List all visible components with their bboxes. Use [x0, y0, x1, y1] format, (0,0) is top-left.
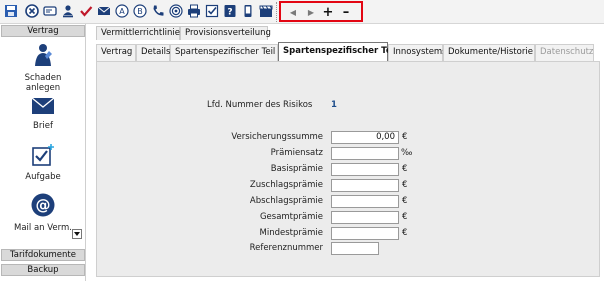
sidebar-item-label: Aufgabe	[25, 172, 61, 182]
at-sign-icon: @	[0, 192, 86, 221]
sidebar-item-brief[interactable]: Brief	[0, 96, 86, 131]
basispraemie-label: Basisprämie	[270, 164, 323, 174]
sidebar-item-schaden-anlegen[interactable]: Schaden anlegen	[0, 42, 86, 93]
record-navigation: ◀ ▶ + –	[279, 1, 363, 22]
zuschlagspraemie-label: Zuschlagsprämie	[249, 180, 323, 190]
user-stamp-icon[interactable]	[61, 4, 75, 18]
message-icon[interactable]	[43, 4, 57, 18]
risk-number-value: 1	[331, 100, 337, 110]
next-record-icon[interactable]: ▶	[305, 6, 317, 18]
gesamtpraemie-input[interactable]	[331, 211, 399, 224]
mindestpraemie-input[interactable]	[331, 227, 399, 240]
phone-icon[interactable]	[151, 4, 165, 18]
clapper-icon[interactable]	[259, 4, 273, 18]
gesamtpraemie-label: Gesamtprämie	[259, 212, 323, 222]
svg-text:A: A	[119, 7, 125, 16]
tab-datenschutz: Datenschutz	[535, 44, 594, 61]
sidebar-scroll-down-button[interactable]	[72, 229, 82, 239]
mail-icon[interactable]	[97, 4, 111, 18]
currency-unit: €	[402, 228, 408, 238]
checklist-icon[interactable]	[205, 4, 219, 18]
permille-unit: ‰	[401, 148, 413, 158]
tab-vertrag[interactable]: Vertrag	[96, 44, 136, 61]
sidebar-item-aufgabe[interactable]: Aufgabe	[0, 143, 86, 182]
currency-unit: €	[402, 196, 408, 206]
currency-unit: €	[402, 132, 408, 142]
versicherungssumme-input[interactable]: 0,00	[331, 131, 399, 144]
tab-details[interactable]: Details	[136, 44, 170, 61]
tab-provisionsverteilung[interactable]: Provisionsverteilung	[180, 26, 271, 40]
tab-vermittlerrichtlinie[interactable]: Vermittlerrichtlinie	[96, 26, 180, 40]
cancel-icon[interactable]	[25, 4, 39, 18]
target-icon[interactable]	[169, 4, 183, 18]
sidebar-item-label: Mail an Verm.	[14, 223, 72, 233]
sidebar-button-backup[interactable]: Backup	[1, 264, 85, 276]
chevron-down-icon	[74, 232, 80, 236]
referenznummer-label: Referenznummer	[249, 243, 323, 253]
main-toolbar: A B ? ◀ ▶ + –	[0, 0, 604, 24]
letter-a-icon[interactable]: A	[115, 4, 129, 18]
sidebar: Vertrag Schaden anlegen Brief Aufgabe @ …	[0, 24, 86, 281]
previous-record-icon[interactable]: ◀	[287, 6, 299, 18]
svg-text:?: ?	[227, 8, 232, 18]
currency-unit: €	[402, 180, 408, 190]
damage-report-icon	[0, 42, 86, 71]
help-icon[interactable]: ?	[223, 4, 237, 18]
tab-spartenspezifischer-teil-2[interactable]: Spartenspezifischer Teil II	[278, 42, 407, 62]
sidebar-item-label: Brief	[33, 121, 53, 131]
printer-icon[interactable]	[187, 4, 201, 18]
praemiensatz-label: Prämiensatz	[270, 148, 323, 158]
add-record-icon[interactable]: +	[322, 5, 334, 20]
checkmark-icon[interactable]	[79, 4, 93, 18]
basispraemie-input[interactable]	[331, 163, 399, 176]
praemiensatz-input[interactable]	[331, 147, 399, 160]
currency-unit: €	[402, 164, 408, 174]
sidebar-button-tarifdokumente[interactable]: Tarifdokumente	[1, 249, 85, 261]
abschlagspraemie-input[interactable]	[331, 195, 399, 208]
tab-dokumente-historie[interactable]: Dokumente/Historie	[443, 44, 535, 61]
svg-text:@: @	[36, 196, 51, 214]
abschlagspraemie-label: Abschlagsprämie	[249, 196, 323, 206]
tab-innosystems[interactable]: Innosystems	[388, 44, 447, 61]
versicherungssumme-label: Versicherungssumme	[231, 132, 323, 142]
sidebar-item-label: Schaden anlegen	[24, 73, 62, 93]
letter-b-icon[interactable]: B	[133, 4, 147, 18]
toolbar-separator	[276, 2, 278, 22]
tab-spartenspezifischer-teil-1[interactable]: Spartenspezifischer Teil I	[170, 44, 281, 61]
risk-number-label: Lfd. Nummer des Risikos	[207, 100, 313, 110]
sidebar-header-vertrag[interactable]: Vertrag	[1, 25, 85, 37]
mobile-icon[interactable]	[241, 4, 255, 18]
mindestpraemie-label: Mindestprämie	[259, 228, 323, 238]
envelope-icon	[0, 96, 86, 119]
remove-record-icon[interactable]: –	[340, 5, 352, 20]
sidebar-item-mail-an-verm[interactable]: @ Mail an Verm.	[0, 192, 86, 233]
task-checkbox-icon	[0, 143, 86, 170]
svg-text:B: B	[137, 7, 143, 16]
zuschlagspraemie-input[interactable]	[331, 179, 399, 192]
referenznummer-input[interactable]	[331, 242, 379, 255]
form-panel: Lfd. Nummer des Risikos 1 Versicherungss…	[96, 61, 600, 277]
save-icon[interactable]	[4, 4, 18, 18]
currency-unit: €	[402, 212, 408, 222]
